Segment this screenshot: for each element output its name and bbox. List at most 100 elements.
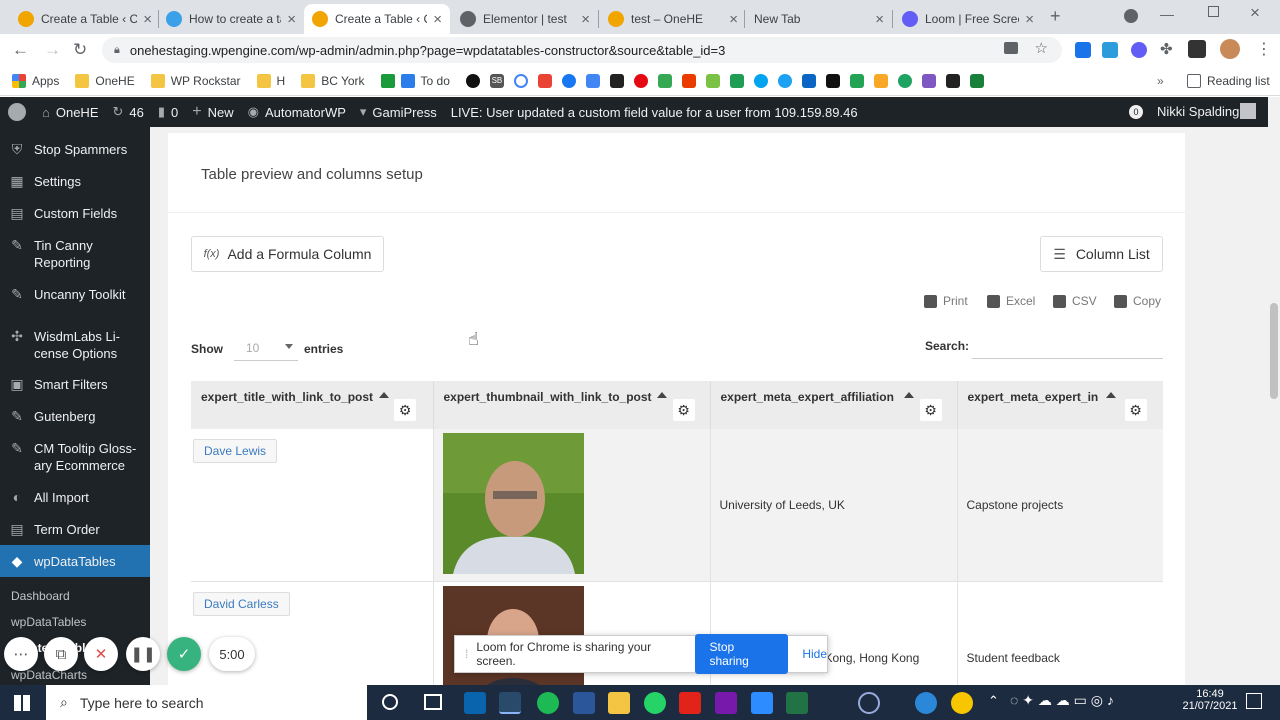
bookmark-icon[interactable] xyxy=(849,73,864,88)
entries-select[interactable]: 10 xyxy=(234,335,298,361)
gear-icon[interactable]: ⚙ xyxy=(919,399,942,421)
bookmark-icon[interactable] xyxy=(465,73,480,88)
loom-extension-icon[interactable] xyxy=(1131,42,1147,58)
new-tab-button[interactable]: + xyxy=(1050,6,1061,27)
more-bookmarks-icon[interactable]: » xyxy=(1157,74,1164,88)
bookmark-folder[interactable]: H xyxy=(256,73,285,88)
comments-link[interactable]: ▮ 0 xyxy=(158,104,178,120)
menu-cm-tooltip[interactable]: ✎ CM Tooltip Gloss-ary Ecommerce xyxy=(0,440,140,474)
bookmark-icon[interactable] xyxy=(513,73,528,88)
menu-custom-fields[interactable]: ▤ Custom Fields xyxy=(0,205,150,222)
menu-tin-canny[interactable]: ✎ Tin Canny Reporting xyxy=(0,237,110,271)
translate-icon[interactable] xyxy=(585,73,600,88)
finish-recording-icon[interactable]: ✓ xyxy=(167,637,201,671)
bookmark-todo[interactable]: To do xyxy=(380,73,450,88)
chrome-icon[interactable] xyxy=(499,692,521,714)
bookmark-icon[interactable] xyxy=(633,73,648,88)
sort-icon[interactable] xyxy=(903,392,914,398)
tray-icons[interactable]: ◌ ✦ ☁ ☁ ▭ ◎ ♪ xyxy=(1010,692,1114,709)
menu-smart-filters[interactable]: ▣ Smart Filters xyxy=(0,376,150,393)
csv-button[interactable]: CSV xyxy=(1053,294,1097,308)
minimize-icon[interactable]: — xyxy=(1160,6,1174,22)
menu-term-order[interactable]: ▤ Term Order xyxy=(0,521,150,538)
sort-icon[interactable] xyxy=(379,392,389,398)
sort-icon[interactable] xyxy=(656,392,667,398)
outlook-icon[interactable] xyxy=(464,692,486,714)
excel-icon[interactable] xyxy=(786,692,808,714)
gear-icon[interactable]: ⚙ xyxy=(1124,399,1147,421)
menu-wpdatatables[interactable]: ◆ wpDataTables xyxy=(0,545,150,577)
task-view-icon[interactable] xyxy=(424,694,442,710)
column-header[interactable]: expert_meta_expert_affiliation ⚙ xyxy=(710,381,958,429)
camera-toggle-icon[interactable]: ⧉ xyxy=(44,637,78,671)
bookmark-apps[interactable]: Apps xyxy=(12,73,59,88)
gamipress-link[interactable]: ▾ GamiPress xyxy=(360,104,437,120)
new-content-link[interactable]: + New xyxy=(192,103,233,121)
zoom-icon[interactable] xyxy=(751,692,773,714)
trello-icon[interactable] xyxy=(729,73,744,88)
tray-chevron-icon[interactable]: ⌃ xyxy=(988,693,999,709)
notifications-icon[interactable] xyxy=(1246,693,1262,709)
close-icon[interactable]: × xyxy=(433,11,442,28)
menu-wisdmlabs[interactable]: ✣ WisdmLabs Li-cense Options xyxy=(0,328,130,362)
sticky-icon[interactable] xyxy=(951,692,973,714)
onenote-icon[interactable] xyxy=(715,692,737,714)
acrobat-icon[interactable] xyxy=(679,692,701,714)
taskbar-search[interactable]: ⌕ Type here to search xyxy=(46,685,367,720)
column-header[interactable]: expert_title_with_link_to_post ⚙ xyxy=(191,381,434,429)
back-icon[interactable]: ← xyxy=(12,40,29,60)
add-formula-column-button[interactable]: f(x) Add a Formula Column xyxy=(191,236,384,272)
browser-tab[interactable]: Elementor | test × xyxy=(452,4,598,34)
puzzle-icon[interactable]: ✤ xyxy=(1160,40,1173,58)
word-icon[interactable] xyxy=(573,692,595,714)
browser-tab[interactable]: Create a Table ‹ C × xyxy=(10,4,160,34)
analytics-icon[interactable] xyxy=(873,73,888,88)
extension-icon[interactable] xyxy=(1188,40,1206,58)
column-header[interactable]: expert_thumbnail_with_link_to_post ⚙ xyxy=(433,381,711,429)
menu-all-import[interactable]: ◐ All Import xyxy=(0,489,150,506)
bookmark-icon[interactable] xyxy=(897,73,912,88)
drive-icon[interactable] xyxy=(657,73,672,88)
expert-title-link[interactable]: David Carless xyxy=(193,592,290,616)
star-icon[interactable]: ☆ xyxy=(1035,39,1048,57)
bookmark-icon[interactable]: SB xyxy=(489,73,504,88)
clock[interactable]: 16:49 21/07/2021 xyxy=(1180,688,1240,712)
column-list-button[interactable]: ☰ Column List xyxy=(1040,236,1163,272)
bookmark-icon[interactable] xyxy=(753,73,768,88)
spotify-icon[interactable] xyxy=(537,692,559,714)
close-icon[interactable]: × xyxy=(1025,11,1034,28)
more-options-icon[interactable]: ⋯ xyxy=(4,637,38,671)
hide-button[interactable]: Hide xyxy=(802,647,827,661)
maximize-icon[interactable] xyxy=(1208,6,1219,17)
tab-search-icon[interactable] xyxy=(1124,9,1138,23)
automator-link[interactable]: ◉ AutomatorWP xyxy=(248,104,346,120)
menu-settings[interactable]: ▦ Settings xyxy=(0,173,150,190)
gear-icon[interactable]: ⚙ xyxy=(394,399,416,421)
site-name-link[interactable]: ⌂ OneHE xyxy=(42,105,99,120)
bookmark-icon[interactable] xyxy=(921,73,936,88)
whatsapp-icon[interactable] xyxy=(644,692,666,714)
bookmark-icon[interactable] xyxy=(537,73,552,88)
expert-photo[interactable] xyxy=(442,433,584,574)
menu-gutenberg[interactable]: ✎ Gutenberg xyxy=(0,408,150,425)
office-icon[interactable] xyxy=(681,73,696,88)
browser-tab[interactable]: New Tab × xyxy=(746,4,892,34)
user-name[interactable]: Nikki Spalding xyxy=(1157,104,1239,119)
menu-uncanny-toolkit[interactable]: ✎ Uncanny Toolkit xyxy=(0,286,150,303)
wordpress-logo-icon[interactable] xyxy=(8,103,26,121)
bookmark-folder[interactable]: OneHE xyxy=(75,73,135,88)
linkedin-icon[interactable] xyxy=(801,73,816,88)
sort-icon[interactable] xyxy=(1105,392,1116,398)
reading-list[interactable]: Reading list xyxy=(1187,73,1270,88)
bookmark-icon[interactable] xyxy=(705,73,720,88)
avatar[interactable] xyxy=(1220,39,1240,59)
browser-tab-active[interactable]: Create a Table ‹ C × xyxy=(304,4,450,34)
close-icon[interactable]: × xyxy=(143,11,152,28)
search-input[interactable] xyxy=(972,333,1163,359)
bookmark-folder[interactable]: BC York xyxy=(301,73,365,88)
file-explorer-icon[interactable] xyxy=(608,692,630,714)
windows-start-icon[interactable] xyxy=(14,695,30,711)
copy-button[interactable]: Copy xyxy=(1114,294,1161,308)
address-bar[interactable]: 🔒︎ onehestaging.wpengine.com/wp-admin/ad… xyxy=(102,37,1062,63)
wix-icon[interactable] xyxy=(609,73,624,88)
